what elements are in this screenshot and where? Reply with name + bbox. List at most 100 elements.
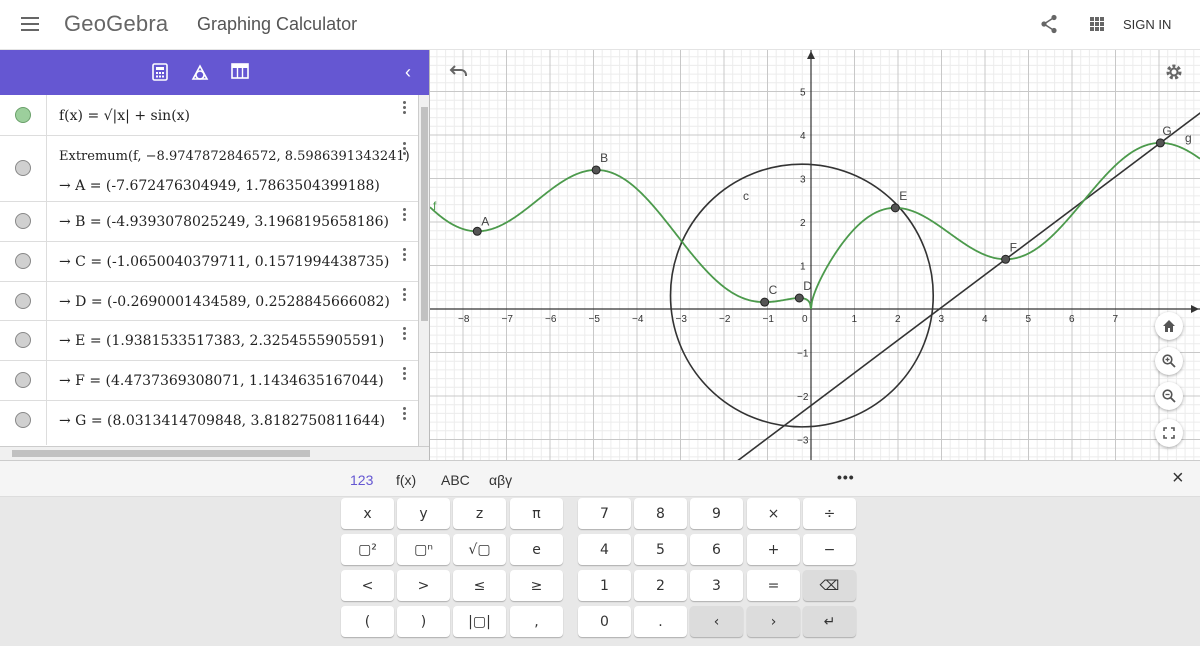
horizontal-scrollbar[interactable] xyxy=(0,446,429,460)
zoom-out-button[interactable] xyxy=(1155,382,1183,410)
list-item-point[interactable]: → C = (-1.0650040379711, 0.1571994438735… xyxy=(0,242,418,282)
more-options-icon[interactable] xyxy=(403,208,407,223)
key-greater[interactable]: > xyxy=(397,570,450,601)
list-item-point[interactable]: → F = (4.4737369308071, 1.1434635167044) xyxy=(0,361,418,401)
key-7[interactable]: 7 xyxy=(578,498,631,529)
key-3[interactable]: 3 xyxy=(690,570,743,601)
key-sqrt[interactable]: √▢ xyxy=(453,534,506,565)
more-keys-button[interactable]: ••• xyxy=(837,469,855,485)
graphics-view[interactable]: −8 −7 −6 −5 −4 −3 −2 −1 0 1 2 3 4 5 6 7 5 4 3 2 1 −1 −2 −3 A B C D E… xyxy=(430,50,1200,460)
visibility-toggle[interactable] xyxy=(15,213,31,229)
visibility-toggle[interactable] xyxy=(15,160,31,176)
point-label: C xyxy=(769,283,778,297)
key-9[interactable]: 9 xyxy=(690,498,743,529)
key-z[interactable]: z xyxy=(453,498,506,529)
sign-in-button[interactable]: SIGN IN xyxy=(1123,17,1171,32)
list-item-point[interactable]: → B = (-4.9393078025249, 3.1968195658186… xyxy=(0,202,418,242)
close-keyboard-icon[interactable]: × xyxy=(1172,467,1184,490)
key-less-equal[interactable]: ≤ xyxy=(453,570,506,601)
marble-cell xyxy=(0,401,47,445)
key-less[interactable]: < xyxy=(341,570,394,601)
more-options-icon[interactable] xyxy=(403,407,407,422)
visibility-toggle[interactable] xyxy=(15,293,31,309)
key-open-paren[interactable]: ( xyxy=(341,606,394,637)
key-times[interactable]: × xyxy=(747,498,800,529)
more-options-icon[interactable] xyxy=(403,288,407,303)
table-icon[interactable] xyxy=(231,63,249,79)
key-squared[interactable]: ▢² xyxy=(341,534,394,565)
point-a[interactable] xyxy=(472,226,482,236)
key-pi[interactable]: π xyxy=(510,498,563,529)
key-comma[interactable]: , xyxy=(510,606,563,637)
key-6[interactable]: 6 xyxy=(690,534,743,565)
settings-gear-icon[interactable] xyxy=(1164,62,1184,82)
key-0[interactable]: 0 xyxy=(578,606,631,637)
point-b[interactable] xyxy=(591,165,601,175)
key-5[interactable]: 5 xyxy=(634,534,687,565)
calculator-icon[interactable] xyxy=(152,63,168,81)
key-equals[interactable]: = xyxy=(747,570,800,601)
key-close-paren[interactable]: ) xyxy=(397,606,450,637)
key-y[interactable]: y xyxy=(397,498,450,529)
key-left-arrow[interactable]: ‹ xyxy=(690,606,743,637)
visibility-toggle[interactable] xyxy=(15,253,31,269)
more-options-icon[interactable] xyxy=(403,142,407,157)
menu-icon[interactable] xyxy=(21,17,39,31)
list-item-point[interactable]: → G = (8.0313414709848, 3.8182750811644) xyxy=(0,401,418,445)
collapse-panel-icon[interactable]: ‹ xyxy=(405,62,411,83)
more-options-icon[interactable] xyxy=(403,327,407,342)
list-item-extremum[interactable]: Extremum(f, −8.9747872846572, 8.59863913… xyxy=(0,136,418,202)
point-g[interactable] xyxy=(1155,138,1165,148)
zoom-in-button[interactable] xyxy=(1155,347,1183,375)
key-backspace[interactable]: ⌫ xyxy=(803,570,856,601)
function-f-curve[interactable] xyxy=(430,142,1200,310)
visibility-toggle[interactable] xyxy=(15,412,31,428)
more-options-icon[interactable] xyxy=(403,248,407,263)
key-plus[interactable]: + xyxy=(747,534,800,565)
fullscreen-button[interactable] xyxy=(1155,419,1183,447)
home-button[interactable] xyxy=(1155,312,1183,340)
key-minus[interactable]: − xyxy=(803,534,856,565)
key-right-arrow[interactable]: › xyxy=(747,606,800,637)
tab-functions[interactable]: f(x) xyxy=(396,472,416,488)
key-2[interactable]: 2 xyxy=(634,570,687,601)
fullscreen-icon xyxy=(1163,427,1175,439)
vertical-scrollbar[interactable] xyxy=(418,95,429,446)
key-abs[interactable]: |▢| xyxy=(453,606,506,637)
list-item-function[interactable]: f(x) = √|x| + sin(x) xyxy=(0,95,418,136)
more-options-icon[interactable] xyxy=(403,367,407,382)
key-8[interactable]: 8 xyxy=(634,498,687,529)
geometry-tools-icon[interactable] xyxy=(191,63,209,81)
list-item-point[interactable]: → E = (1.9381533517383, 2.3254555905591) xyxy=(0,321,418,361)
apps-grid-icon[interactable] xyxy=(1090,17,1104,31)
point-f[interactable] xyxy=(1001,254,1011,264)
tab-abc[interactable]: ABC xyxy=(441,472,470,488)
undo-icon[interactable] xyxy=(449,63,469,79)
point-label: G xyxy=(1162,124,1171,138)
point-d[interactable] xyxy=(794,293,804,303)
key-enter[interactable]: ↵ xyxy=(803,606,856,637)
visibility-toggle[interactable] xyxy=(15,107,31,123)
circle-c-label: c xyxy=(743,189,749,203)
visibility-toggle[interactable] xyxy=(15,372,31,388)
line-g[interactable] xyxy=(715,105,1200,460)
key-e[interactable]: e xyxy=(510,534,563,565)
share-icon[interactable] xyxy=(1040,14,1058,34)
key-1[interactable]: 1 xyxy=(578,570,631,601)
scrollbar-thumb[interactable] xyxy=(421,107,428,321)
key-4[interactable]: 4 xyxy=(578,534,631,565)
more-options-icon[interactable] xyxy=(403,101,407,116)
key-greater-equal[interactable]: ≥ xyxy=(510,570,563,601)
key-x[interactable]: x xyxy=(341,498,394,529)
scrollbar-thumb[interactable] xyxy=(12,450,310,457)
tab-123[interactable]: 123 xyxy=(350,472,373,488)
point-c[interactable] xyxy=(760,297,770,307)
key-divide[interactable]: ÷ xyxy=(803,498,856,529)
point-e[interactable] xyxy=(890,203,900,213)
graph-canvas[interactable]: −8 −7 −6 −5 −4 −3 −2 −1 0 1 2 3 4 5 6 7 5 4 3 2 1 −1 −2 −3 A B C D E… xyxy=(430,50,1200,460)
tab-greek[interactable]: αβγ xyxy=(489,472,512,488)
visibility-toggle[interactable] xyxy=(15,332,31,348)
key-power[interactable]: ▢ⁿ xyxy=(397,534,450,565)
list-item-point[interactable]: → D = (-0.2690001434589, 0.2528845666082… xyxy=(0,282,418,321)
key-dot[interactable]: . xyxy=(634,606,687,637)
